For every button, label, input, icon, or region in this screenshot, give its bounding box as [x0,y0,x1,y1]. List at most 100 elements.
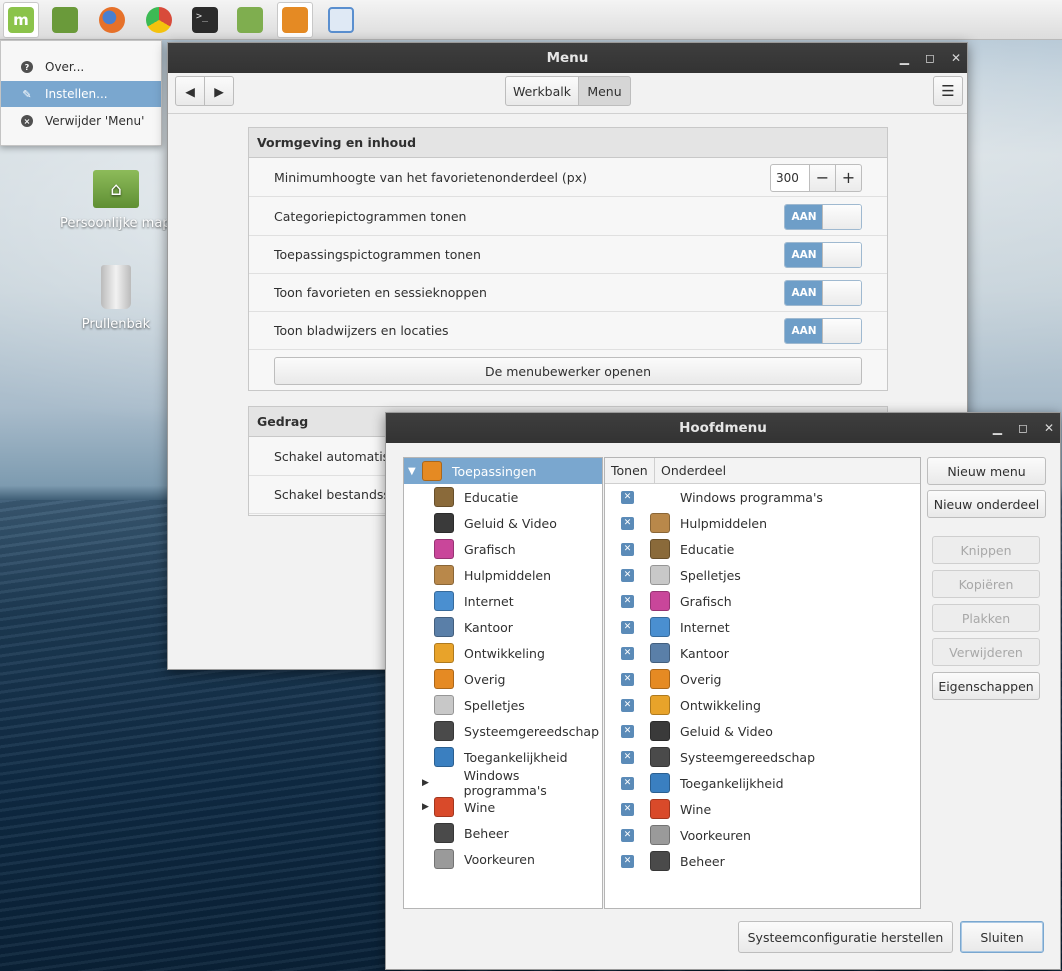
tree-item[interactable]: Kantoor [404,614,602,640]
close-icon[interactable]: ✕ [951,51,961,65]
show-checkbox[interactable]: ✕ [621,620,634,634]
show-checkbox[interactable]: ✕ [621,672,634,686]
toggle-row-bookmarks: Toon bladwijzers en locaties AAN [249,312,887,350]
close-icon[interactable]: ✕ [1044,421,1054,435]
expander-closed-icon[interactable]: ▶ [422,778,434,788]
show-desktop-icon [52,7,78,33]
maximize-icon[interactable]: ◻ [925,51,935,65]
files-icon [237,7,263,33]
hamburger-menu-button[interactable]: ☰ [933,76,963,106]
column-header-show[interactable]: Tonen [605,458,655,484]
list-item[interactable]: ✕ Wine [605,796,920,822]
expander-closed-icon[interactable]: ▶ [422,802,434,812]
tree-item[interactable]: Spelletjes [404,692,602,718]
terminal-button[interactable]: >_ [187,2,223,38]
list-item[interactable]: ✕ Kantoor [605,640,920,666]
show-checkbox[interactable]: ✕ [621,594,634,608]
item-icon [650,487,670,507]
tree-item[interactable]: Ontwikkeling [404,640,602,666]
tree-item[interactable]: Beheer [404,820,602,846]
list-item[interactable]: ✕ Ontwikkeling [605,692,920,718]
back-button[interactable]: ◀ [175,76,205,106]
show-checkbox[interactable]: ✕ [621,698,634,712]
tree-item[interactable]: Voorkeuren [404,846,602,872]
switch-application-icons[interactable]: AAN [784,241,862,268]
switch-bookmarks[interactable]: AAN [784,317,862,344]
item-icon [650,539,670,559]
tree-item[interactable]: Overig [404,666,602,692]
tree-item[interactable]: ▶ Windows programma's [404,768,602,798]
list-item[interactable]: ✕ Geluid & Video [605,718,920,744]
new-menu-button[interactable]: Nieuw menu [927,457,1046,485]
item-icon [650,591,670,611]
show-checkbox[interactable]: ✕ [621,542,634,556]
paste-button[interactable]: Plakken [932,604,1040,632]
forward-button[interactable]: ▶ [204,76,234,106]
list-item[interactable]: ✕ Beheer [605,848,920,874]
new-item-button[interactable]: Nieuw onderdeel [927,490,1046,518]
menu-item-remove[interactable]: × Verwijder 'Menu' [1,108,161,134]
tree-item[interactable]: Systeemgereedschap [404,718,602,744]
show-checkbox[interactable]: ✕ [621,776,634,790]
open-menu-editor-button[interactable]: De menubewerker openen [274,357,862,385]
column-header-item[interactable]: Onderdeel [655,458,920,484]
firefox-button[interactable] [94,2,130,38]
show-checkbox[interactable]: ✕ [621,516,634,530]
favorites-height-input[interactable]: 300 [770,163,810,192]
item-icon [650,773,670,793]
delete-button[interactable]: Verwijderen [932,638,1040,666]
list-item[interactable]: ✕ Hulpmiddelen [605,510,920,536]
cut-button[interactable]: Knippen [932,536,1040,564]
list-item[interactable]: ✕ Systeemgereedschap [605,744,920,770]
desktop-home-folder[interactable]: ⌂ Persoonlijke map [60,170,172,231]
properties-button[interactable]: Eigenschappen [932,672,1040,700]
list-item[interactable]: ✕ Windows programma's [605,484,920,510]
tree-item[interactable]: Toegankelijkheid [404,744,602,770]
desktop-trash[interactable]: Prullenbak [70,265,162,332]
text-editor-button[interactable] [323,2,359,38]
show-checkbox[interactable]: ✕ [621,828,634,842]
tree-item[interactable]: Educatie [404,484,602,510]
show-checkbox[interactable]: ✕ [621,750,634,764]
list-item[interactable]: ✕ Educatie [605,536,920,562]
mint-menu-button[interactable]: m [3,2,39,38]
tab-menu[interactable]: Menu [578,76,631,106]
arrow-left-icon: ◀ [185,83,195,99]
list-item[interactable]: ✕ Voorkeuren [605,822,920,848]
show-checkbox[interactable]: ✕ [621,490,634,504]
tree-item[interactable]: Geluid & Video [404,510,602,536]
show-checkbox[interactable]: ✕ [621,854,634,868]
switch-category-icons[interactable]: AAN [784,203,862,230]
copy-button[interactable]: Kopiëren [932,570,1040,598]
increment-button[interactable]: + [836,163,862,192]
item-icon [650,695,670,715]
minimize-icon[interactable]: ▁ [993,421,1002,435]
list-item[interactable]: ✕ Spelletjes [605,562,920,588]
list-item[interactable]: ✕ Grafisch [605,588,920,614]
list-item[interactable]: ✕ Toegankelijkheid [605,770,920,796]
show-desktop-button[interactable] [47,2,83,38]
chrome-button[interactable] [141,2,177,38]
tab-werkbalk[interactable]: Werkbalk [505,76,579,106]
menu-item-configure[interactable]: ✎ Instellen... [1,81,161,107]
decrement-button[interactable]: − [810,163,836,192]
cinnamon-settings-button[interactable] [277,2,313,38]
switch-favorites[interactable]: AAN [784,279,862,306]
restore-config-button[interactable]: Systeemconfiguratie herstellen [738,921,953,953]
show-checkbox[interactable]: ✕ [621,724,634,738]
tree-root-applications[interactable]: ▼ Toepassingen [404,458,602,484]
show-checkbox[interactable]: ✕ [621,802,634,816]
show-checkbox[interactable]: ✕ [621,568,634,582]
tree-item[interactable]: Internet [404,588,602,614]
menu-item-about[interactable]: ? Over... [1,54,161,80]
files-button[interactable] [232,2,268,38]
tree-item[interactable]: Grafisch [404,536,602,562]
list-item[interactable]: ✕ Overig [605,666,920,692]
list-item[interactable]: ✕ Internet [605,614,920,640]
tree-item[interactable]: ▶ Wine [404,794,602,820]
close-button[interactable]: Sluiten [960,921,1044,953]
minimize-icon[interactable]: ▁ [900,51,909,65]
maximize-icon[interactable]: ◻ [1018,421,1028,435]
tree-item[interactable]: Hulpmiddelen [404,562,602,588]
show-checkbox[interactable]: ✕ [621,646,634,660]
